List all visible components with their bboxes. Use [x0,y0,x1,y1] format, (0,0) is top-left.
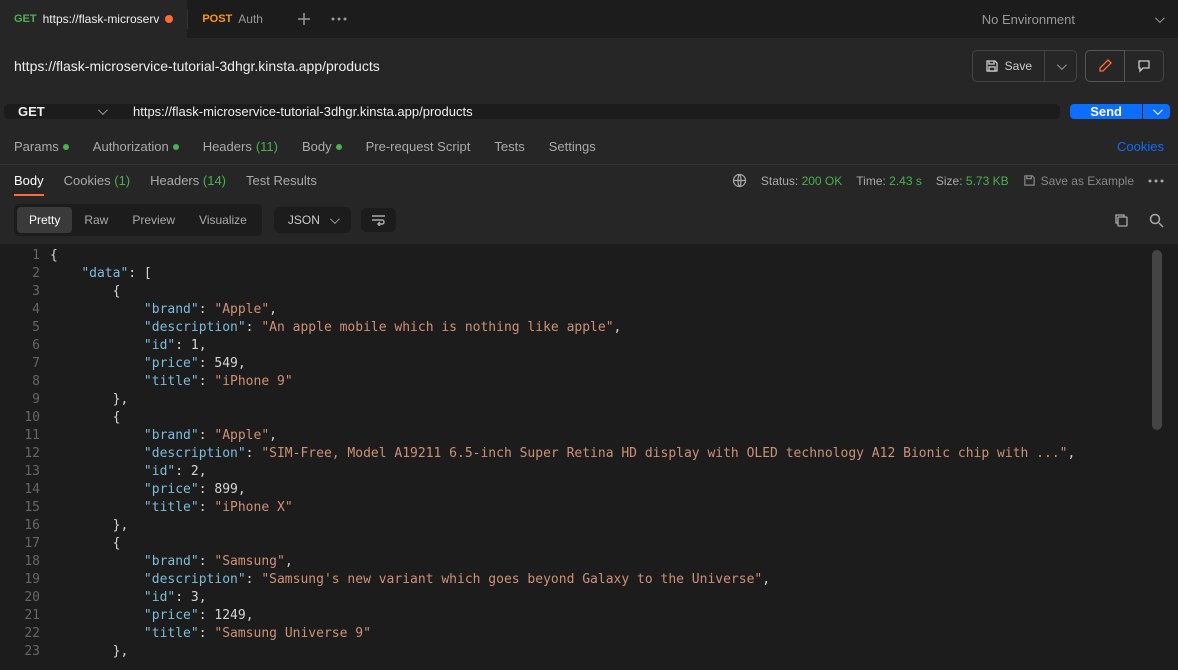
line-gutter: 1234567891011121314151617181920212223 [0,244,50,662]
send-dropdown-button[interactable] [1143,104,1170,119]
method-selector[interactable]: GET [4,104,119,119]
new-tab-icon[interactable] [297,12,311,26]
view-raw[interactable]: Raw [72,207,120,233]
active-dot-icon [63,144,69,150]
response-view-toolbar: Pretty Raw Preview Visualize JSON [0,196,1178,244]
status-label: Status: 200 OK [761,174,842,188]
tab-title: Auth [238,12,263,26]
tab-1[interactable]: POST Auth [188,0,277,38]
save-button[interactable]: Save [972,50,1045,82]
send-button[interactable]: Send [1070,104,1142,119]
url-input[interactable] [119,104,1060,119]
save-label: Save [1005,59,1032,73]
save-as-example-button[interactable]: Save as Example [1023,174,1134,188]
chevron-down-icon [1153,105,1163,115]
response-tab-cookies[interactable]: Cookies (1) [64,173,130,188]
request-title: https://flask-microservice-tutorial-3dhg… [14,58,380,74]
view-pretty[interactable]: Pretty [17,207,72,233]
scrollbar-thumb[interactable] [1152,250,1162,430]
save-dropdown-button[interactable] [1045,50,1077,82]
tab-0[interactable]: GET https://flask-microserv [0,0,187,38]
format-selector[interactable]: JSON [274,207,351,233]
tab-params[interactable]: Params [14,139,69,154]
tab-settings[interactable]: Settings [549,139,596,154]
tab-method-label: GET [14,13,37,25]
chevron-down-icon [330,214,340,224]
active-dot-icon [173,144,179,150]
time-label: Time: 2.43 s [856,174,922,188]
response-tab-headers[interactable]: Headers (14) [150,173,226,188]
wrap-lines-icon[interactable] [361,208,396,232]
tab-pre-request-script[interactable]: Pre-request Script [366,139,471,154]
url-bar: GET Send [0,94,1178,129]
tab-headers[interactable]: Headers (11) [203,139,278,154]
tab-method-label: POST [202,13,232,25]
view-visualize[interactable]: Visualize [187,207,259,233]
response-tabs: Body Cookies (1) Headers (14) Test Resul… [0,165,1178,196]
environment-selector[interactable]: No Environment [966,0,1178,38]
globe-icon[interactable] [732,173,747,188]
modified-dot-icon [165,15,173,23]
search-icon[interactable] [1149,213,1164,228]
request-title-bar: https://flask-microservice-tutorial-3dhg… [0,38,1178,94]
tab-title: https://flask-microserv [43,12,160,26]
tab-authorization[interactable]: Authorization [93,139,179,154]
tab-bar: GET https://flask-microserv POST Auth No… [0,0,1178,38]
chevron-down-icon [1057,60,1067,70]
copy-icon[interactable] [1114,213,1129,228]
chevron-down-icon [1155,13,1165,23]
tab-tests[interactable]: Tests [494,139,524,154]
comment-button[interactable] [1125,50,1164,82]
response-more-icon[interactable] [1148,179,1164,183]
request-tabs: Params Authorization Headers (11) Body P… [0,129,1178,165]
chevron-down-icon [98,105,108,115]
tab-more-icon[interactable] [331,17,347,21]
method-label: GET [18,104,45,119]
response-tab-test-results[interactable]: Test Results [246,173,317,188]
cookies-link[interactable]: Cookies [1117,139,1164,154]
environment-label: No Environment [982,12,1075,27]
tab-body[interactable]: Body [302,139,342,154]
response-body[interactable]: 1234567891011121314151617181920212223 { … [0,244,1178,662]
active-dot-icon [336,144,342,150]
size-label: Size: 5.73 KB [936,174,1009,188]
code-content: { "data": [ { "brand": "Apple", "descrip… [50,244,1178,662]
response-tab-body[interactable]: Body [14,173,44,196]
view-preview[interactable]: Preview [120,207,187,233]
edit-button[interactable] [1085,50,1125,82]
